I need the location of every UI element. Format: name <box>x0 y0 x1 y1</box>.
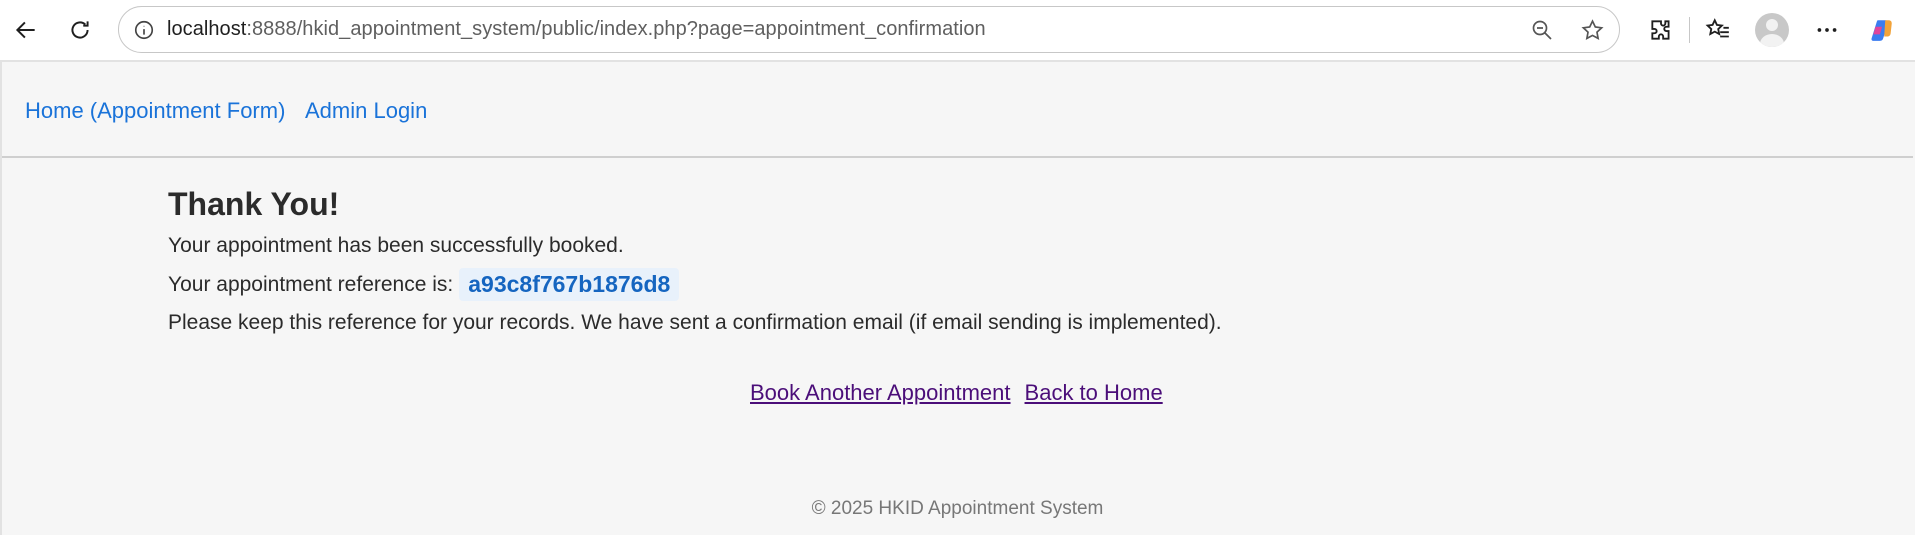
profile-avatar[interactable] <box>1755 13 1789 47</box>
url-text[interactable]: localhost:8888/hkid_appointment_system/p… <box>167 18 986 41</box>
reference-label: Your appointment reference is: <box>168 272 454 296</box>
favorites-icon[interactable] <box>1698 10 1738 50</box>
more-options-icon[interactable] <box>1807 10 1847 50</box>
extensions-icon[interactable] <box>1641 10 1681 50</box>
footer-copyright: © 2025 HKID Appointment System <box>811 498 1104 519</box>
success-message: Your appointment has been successfully b… <box>168 234 624 257</box>
top-nav: Home (Appointment Form) Admin Login <box>2 62 1913 158</box>
copilot-icon[interactable] <box>1862 10 1902 50</box>
page-viewport: Home (Appointment Form) Admin Login Than… <box>0 60 1915 535</box>
action-links: Book Another Appointment Back to Home <box>750 380 1163 406</box>
reference-row: Your appointment reference is: a93c8f767… <box>168 268 680 301</box>
records-note: Please keep this reference for your reco… <box>168 311 1222 334</box>
back-button[interactable] <box>6 10 46 50</box>
favorite-star-icon[interactable] <box>1577 15 1607 45</box>
toolbar-separator <box>1689 17 1690 43</box>
book-another-link[interactable]: Book Another Appointment <box>750 380 1011 405</box>
nav-home-link[interactable]: Home (Appointment Form) <box>25 98 285 124</box>
confirmation-panel: Thank You! Your appointment has been suc… <box>168 186 1222 334</box>
nav-admin-login-link[interactable]: Admin Login <box>305 98 427 124</box>
page-title: Thank You! <box>168 186 340 222</box>
reference-code: a93c8f767b1876d8 <box>459 268 680 301</box>
url-host: localhost <box>167 18 247 40</box>
zoom-icon[interactable] <box>1527 15 1557 45</box>
back-arrow-icon <box>15 21 35 39</box>
reload-icon <box>71 21 89 39</box>
browser-toolbar: localhost:8888/hkid_appointment_system/p… <box>0 0 1915 60</box>
reload-button[interactable] <box>60 10 100 50</box>
address-bar[interactable]: localhost:8888/hkid_appointment_system/p… <box>118 6 1620 53</box>
url-path: :8888/hkid_appointment_system/public/ind… <box>246 18 986 40</box>
site-info-icon[interactable] <box>129 15 159 45</box>
back-to-home-link[interactable]: Back to Home <box>1025 380 1163 405</box>
